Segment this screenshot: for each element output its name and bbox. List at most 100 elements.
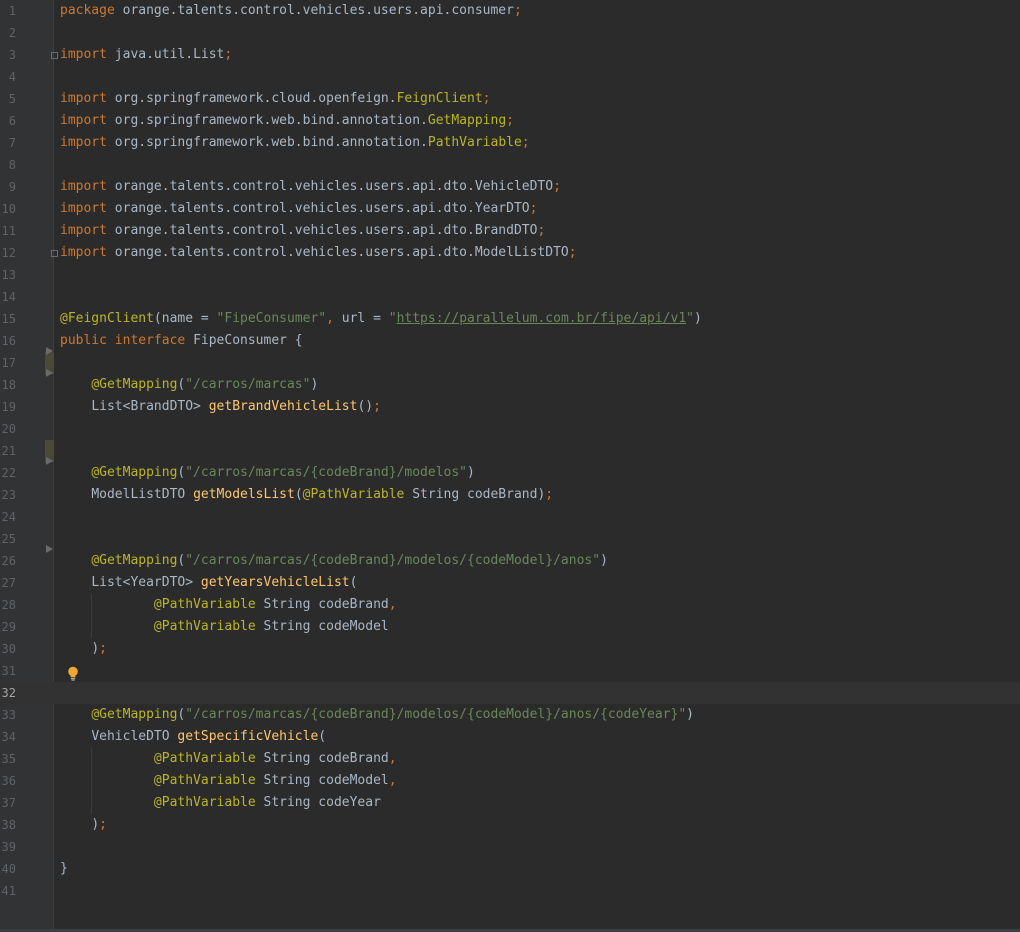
code-line[interactable]: 8 — [0, 154, 1020, 176]
code-token: PathVariable — [427, 135, 522, 150]
line-text[interactable]: VehicleDTO getSpecificVehicle( — [60, 726, 326, 748]
code-line[interactable]: 27 List<YearDTO> getYearsVehicleList( — [0, 572, 1020, 594]
line-number: 31 — [1, 664, 16, 678]
line-number: 11 — [1, 224, 16, 238]
code-line[interactable]: 29 @PathVariable String codeModel — [0, 616, 1020, 638]
line-text[interactable]: ModelListDTO getModelsList(@PathVariable… — [60, 484, 553, 506]
line-text[interactable]: @PathVariable String codeBrand, — [60, 594, 397, 616]
line-text[interactable]: @PathVariable String codeBrand, — [60, 748, 397, 770]
line-number: 41 — [1, 884, 16, 898]
code-token: () — [357, 399, 374, 414]
line-text[interactable]: @GetMapping("/carros/marcas") — [60, 374, 318, 396]
code-token: ModelListDTO — [91, 487, 194, 502]
line-number: 39 — [1, 840, 16, 854]
line-text[interactable]: @GetMapping("/carros/marcas/{codeBrand}/… — [60, 550, 608, 572]
code-line[interactable]: 5 import org.springframework.cloud.openfe… — [0, 88, 1020, 110]
line-text[interactable]: public interface FipeConsumer { — [60, 330, 303, 352]
line-text[interactable]: import orange.talents.control.vehicles.u… — [60, 242, 577, 264]
code-line[interactable]: 25 — [0, 528, 1020, 550]
code-token: ( — [294, 487, 303, 502]
line-text[interactable]: @PathVariable String codeYear — [60, 792, 381, 814]
code-line[interactable]: 10 import orange.talents.control.vehicles… — [0, 198, 1020, 220]
code-line[interactable]: 4 — [0, 66, 1020, 88]
code-area[interactable]: 1 package orange.talents.control.vehicles… — [0, 0, 1020, 902]
code-token: List<YearDTO> — [91, 575, 201, 590]
code-token: @GetMapping — [91, 465, 178, 480]
line-text[interactable]: ); — [60, 638, 107, 660]
line-text[interactable]: import orange.talents.control.vehicles.u… — [60, 198, 537, 220]
code-token: getModelsList — [193, 487, 295, 502]
code-line[interactable]: 16 public interface FipeConsumer { — [0, 330, 1020, 352]
line-text[interactable]: @FeignClient(name = "FipeConsumer", url … — [60, 308, 702, 330]
code-line[interactable]: 38 ); — [0, 814, 1020, 836]
code-line[interactable]: 26 @GetMapping("/carros/marcas/{codeBran… — [0, 550, 1020, 572]
intention-bulb-icon[interactable] — [67, 666, 79, 681]
line-text[interactable]: @PathVariable String codeModel — [60, 616, 389, 638]
code-token: @PathVariable — [153, 751, 264, 766]
code-token: @PathVariable — [302, 487, 413, 502]
code-line[interactable]: 3 import java.util.List; — [0, 44, 1020, 66]
code-token: VehicleDTO — [91, 729, 178, 744]
code-line[interactable]: 2 — [0, 22, 1020, 44]
code-line[interactable]: 22 @GetMapping("/carros/marcas/{codeBran… — [0, 462, 1020, 484]
code-line[interactable]: 41 — [0, 880, 1020, 902]
code-line[interactable]: 31 — [0, 660, 1020, 682]
line-text[interactable]: List<YearDTO> getYearsVehicleList( — [60, 572, 357, 594]
code-line[interactable]: 19 List<BrandDTO> getBrandVehicleList(); — [0, 396, 1020, 418]
line-text[interactable]: import java.util.List; — [60, 44, 232, 66]
code-line[interactable]: 33 @GetMapping("/carros/marcas/{codeBran… — [0, 704, 1020, 726]
code-line[interactable]: 12 import orange.talents.control.vehicles… — [0, 242, 1020, 264]
code-line[interactable]: 34 VehicleDTO getSpecificVehicle( — [0, 726, 1020, 748]
code-line[interactable]: 14 — [0, 286, 1020, 308]
line-text[interactable]: import org.springframework.web.bind.anno… — [60, 110, 514, 132]
code-line[interactable]: 18 @GetMapping("/carros/marcas") — [0, 374, 1020, 396]
code-token: "/carros/marcas" — [185, 377, 311, 392]
code-line[interactable]: 23 ModelListDTO getModelsList(@PathVaria… — [0, 484, 1020, 506]
code-editor[interactable]: 1 package orange.talents.control.vehicles… — [0, 0, 1020, 932]
code-line[interactable]: 1 package orange.talents.control.vehicles… — [0, 0, 1020, 22]
line-text[interactable]: import org.springframework.web.bind.anno… — [60, 132, 530, 154]
code-line[interactable]: 32 — [0, 682, 1020, 704]
line-text[interactable]: import org.springframework.cloud.openfei… — [60, 88, 490, 110]
line-text[interactable]: package orange.talents.control.vehicles.… — [60, 0, 522, 22]
code-line[interactable]: 17 — [0, 352, 1020, 374]
code-line[interactable]: 39 — [0, 836, 1020, 858]
code-line[interactable]: 30 ); — [0, 638, 1020, 660]
code-line[interactable]: 36 @PathVariable String codeModel, — [0, 770, 1020, 792]
code-token: , — [326, 311, 342, 326]
code-token: String codeModel — [263, 773, 389, 788]
code-line[interactable]: 6 import org.springframework.web.bind.ann… — [0, 110, 1020, 132]
code-line[interactable]: 15 @FeignClient(name = "FipeConsumer", ur… — [0, 308, 1020, 330]
line-text[interactable]: @GetMapping("/carros/marcas/{codeBrand}/… — [60, 462, 475, 484]
code-line[interactable]: 21 — [0, 440, 1020, 462]
code-line[interactable]: 20 — [0, 418, 1020, 440]
code-line[interactable]: 9 import orange.talents.control.vehicles.… — [0, 176, 1020, 198]
code-token: import — [60, 201, 115, 216]
code-token: , — [388, 751, 397, 766]
line-text[interactable]: } — [60, 858, 68, 880]
code-line[interactable]: 13 — [0, 264, 1020, 286]
code-line[interactable]: 28 @PathVariable String codeBrand, — [0, 594, 1020, 616]
code-token: List<BrandDTO> — [91, 399, 209, 414]
line-text[interactable]: @GetMapping("/carros/marcas/{codeBrand}/… — [60, 704, 694, 726]
line-text[interactable]: @PathVariable String codeModel, — [60, 770, 397, 792]
line-number: 5 — [8, 92, 16, 106]
line-number: 28 — [1, 598, 16, 612]
line-text[interactable]: import orange.talents.control.vehicles.u… — [60, 220, 545, 242]
code-line[interactable]: 35 @PathVariable String codeBrand, — [0, 748, 1020, 770]
line-number: 29 — [1, 620, 16, 634]
line-number: 18 — [1, 378, 16, 392]
code-line[interactable]: 40} — [0, 858, 1020, 880]
line-text[interactable]: List<BrandDTO> getBrandVehicleList(); — [60, 396, 381, 418]
code-line[interactable]: 24 — [0, 506, 1020, 528]
code-line[interactable]: 11 import orange.talents.control.vehicles… — [0, 220, 1020, 242]
line-text[interactable]: ); — [60, 814, 107, 836]
code-line[interactable]: 37 @PathVariable String codeYear — [0, 792, 1020, 814]
code-line[interactable]: 7 import org.springframework.web.bind.ann… — [0, 132, 1020, 154]
line-text[interactable]: import orange.talents.control.vehicles.u… — [60, 176, 561, 198]
